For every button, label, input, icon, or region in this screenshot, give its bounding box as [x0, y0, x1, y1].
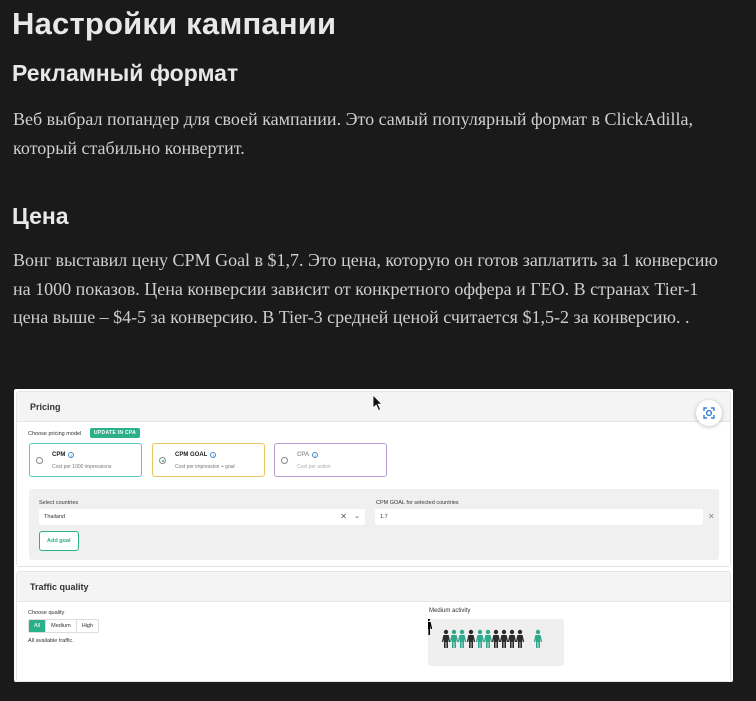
- clear-icon[interactable]: ✕: [340, 512, 347, 521]
- page-title: Настройки кампании: [12, 6, 337, 41]
- radio-cpm-goal[interactable]: [159, 457, 166, 464]
- activity-label: Medium activity: [429, 608, 471, 614]
- country-select[interactable]: Thailand ✕ ⌄: [39, 509, 365, 525]
- traffic-panel: Traffic quality Choose quality All Mediu…: [16, 571, 731, 682]
- quality-label: Choose quality: [28, 610, 65, 616]
- cpm-goal-label: CPM GOAL: [175, 452, 208, 458]
- cpm-goal-sub: Cost per impression + goal: [175, 464, 235, 470]
- cpa-label: CPA: [297, 452, 310, 458]
- pricing-model-label: Choose pricing model: [28, 431, 82, 437]
- country-value: Thailand: [44, 514, 66, 520]
- section-heading-format: Рекламный формат: [12, 60, 239, 86]
- section-text-format: Веб выбрал попандер для своей кампании. …: [13, 109, 694, 158]
- pricing-card-cpm[interactable]: CPM i Cost per 1000 impressions: [29, 443, 142, 477]
- goal-input[interactable]: 1.7: [375, 509, 703, 525]
- pricing-card-cpa[interactable]: CPA i Cost per action: [274, 443, 387, 477]
- mouse-cursor-icon: [372, 394, 383, 412]
- quality-segmented[interactable]: All Medium High: [28, 619, 99, 633]
- radio-cpa[interactable]: [281, 457, 288, 464]
- cpm-label: CPM: [52, 452, 66, 458]
- quality-option-all[interactable]: All: [29, 620, 47, 632]
- section-text-price: Вонг выставил цену CPM Goal в $1,7. Это …: [13, 250, 718, 327]
- section-heading-price: Цена: [12, 203, 69, 229]
- remove-icon[interactable]: ✕: [708, 512, 715, 521]
- info-icon[interactable]: i: [312, 452, 319, 458]
- cpa-sub: Cost per action: [297, 464, 331, 470]
- scan-button[interactable]: [696, 400, 722, 426]
- radio-cpm[interactable]: [36, 457, 43, 464]
- traffic-title: Traffic quality: [17, 572, 730, 602]
- countries-box: Select countries Thailand ✕ ⌄ CPM GOAL f…: [29, 489, 719, 560]
- goal-label: CPM GOAL for selected countries: [376, 500, 459, 506]
- activity-people-icon: [423, 616, 543, 648]
- quality-option-high[interactable]: High: [76, 620, 98, 632]
- update-in-cpa-badge[interactable]: UPDATE IN CPA: [90, 428, 141, 438]
- activity-box: [423, 616, 564, 666]
- embedded-screenshot: Pricing Choose pricing model UPDATE IN C…: [14, 389, 733, 682]
- pricing-card-cpm-goal[interactable]: CPM GOAL i Cost per impression + goal: [152, 443, 265, 477]
- quality-option-medium[interactable]: Medium: [46, 620, 77, 632]
- pricing-panel: Pricing Choose pricing model UPDATE IN C…: [16, 391, 731, 567]
- add-goal-button[interactable]: Add goal: [39, 531, 79, 551]
- scan-icon: [703, 407, 715, 419]
- info-icon[interactable]: i: [68, 452, 75, 458]
- quality-note: All available traffic.: [28, 638, 74, 644]
- goal-value: 1.7: [380, 514, 388, 520]
- countries-label: Select countries: [39, 500, 79, 506]
- info-icon[interactable]: i: [210, 452, 217, 458]
- cpm-sub: Cost per 1000 impressions: [52, 464, 112, 470]
- chevron-down-icon[interactable]: ⌄: [354, 512, 360, 520]
